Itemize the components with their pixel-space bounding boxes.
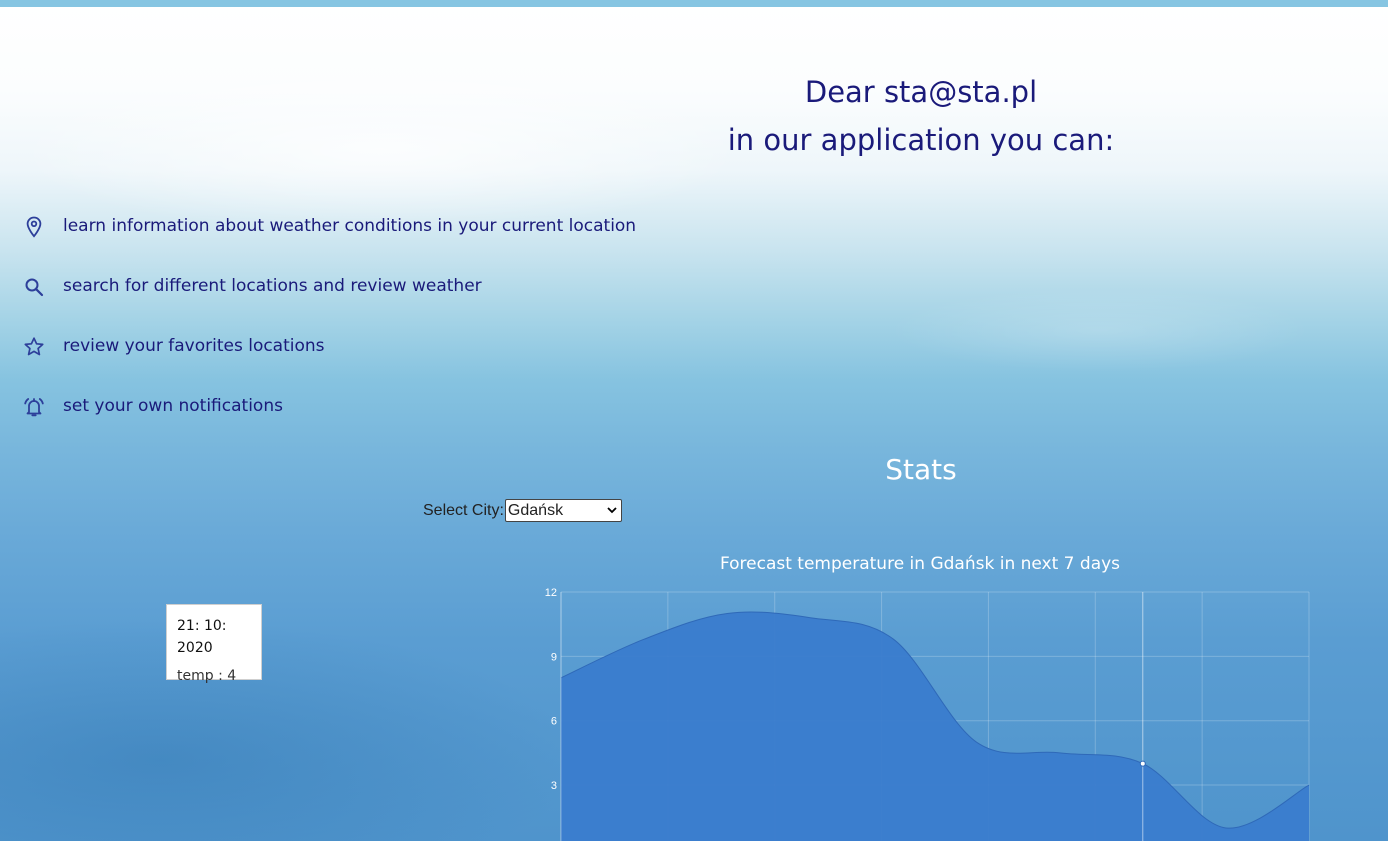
feature-item-notifications: set your own notifications	[22, 386, 636, 446]
forecast-chart: 3 6 9 12 Forecast temperature in Gdańsk in …	[530, 550, 1388, 841]
chevron-down-icon	[607, 507, 617, 514]
stats-title: Stats	[885, 453, 957, 486]
greeting-line-2: in our application you can:	[727, 123, 1115, 157]
search-icon	[22, 275, 46, 299]
city-select-label: Select City:	[423, 501, 504, 519]
star-icon	[22, 335, 46, 359]
highlighted-point	[1139, 760, 1146, 767]
city-select[interactable]: Gdańsk	[504, 499, 622, 522]
alarm-bell-icon	[22, 395, 46, 419]
city-select-value: Gdańsk	[507, 501, 564, 519]
greeting-line-1: Dear sta@sta.pl	[804, 75, 1038, 109]
feature-item-current-location: learn information about weather conditio…	[22, 206, 636, 266]
chart-tooltip: 21: 10: 2020 temp : 4	[166, 604, 262, 684]
top-bar	[0, 0, 1388, 7]
tooltip-temp: temp : 4	[177, 668, 237, 684]
chart-title: Forecast temperature in Gdańsk in next 7…	[719, 554, 1121, 574]
chart-svg: 3 6 9 12	[545, 587, 1310, 841]
feature-text: set your own notifications	[63, 396, 283, 416]
feature-text: search for different locations and revie…	[63, 276, 482, 296]
y-tick-label: 9	[551, 651, 557, 663]
greeting: Dear sta@sta.pl in our application you c…	[660, 68, 1182, 164]
feature-text: learn information about weather conditio…	[63, 216, 637, 236]
y-tick-label: 3	[551, 780, 557, 792]
y-tick-label: 12	[545, 587, 557, 599]
feature-item-search: search for different locations and revie…	[22, 266, 636, 326]
feature-item-favorites: review your favorites locations	[22, 326, 636, 386]
y-tick-label: 6	[551, 716, 557, 728]
temperature-area	[561, 611, 1309, 841]
location-pin-icon	[22, 215, 46, 239]
tooltip-date: 21: 10: 2020	[177, 618, 227, 656]
feature-text: review your favorites locations	[63, 336, 325, 356]
feature-list: learn information about weather conditio…	[22, 206, 636, 446]
city-select-group: Select City: Gdańsk	[423, 499, 622, 522]
